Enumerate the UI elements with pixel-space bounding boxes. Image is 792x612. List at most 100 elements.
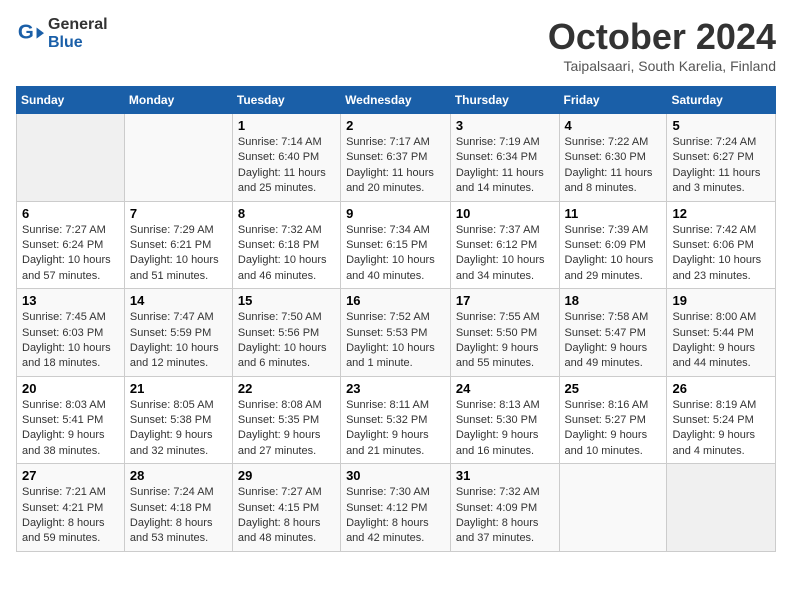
day-info: Sunrise: 8:08 AM Sunset: 5:35 PM Dayligh… (238, 398, 335, 460)
day-number: 3 (456, 118, 554, 133)
day-info: Sunrise: 7:47 AM Sunset: 5:59 PM Dayligh… (130, 310, 227, 372)
day-number: 18 (565, 293, 662, 308)
calendar-cell: 8 Sunrise: 7:32 AM Sunset: 6:18 PM Daylig… (232, 201, 340, 289)
day-number: 15 (238, 293, 335, 308)
calendar-cell: 20Sunrise: 8:03 AM Sunset: 5:41 PM Dayli… (17, 376, 125, 464)
day-info: Sunrise: 8:00 AM Sunset: 5:44 PM Dayligh… (672, 310, 770, 372)
location: Taipalsaari, South Karelia, Finland (548, 58, 776, 74)
calendar-cell (667, 464, 776, 552)
calendar-cell: 6 Sunrise: 7:27 AM Sunset: 6:24 PM Daylig… (17, 201, 125, 289)
calendar-cell: 25 Sunrise: 8:16 AM Sunset: 5:27 PM Dayli… (559, 376, 667, 464)
day-number: 31 (456, 468, 554, 483)
day-number: 29 (238, 468, 335, 483)
day-info: Sunrise: 7:50 AM Sunset: 5:56 PM Dayligh… (238, 310, 335, 372)
day-info: Sunrise: 8:11 AM Sunset: 5:32 PM Dayligh… (346, 398, 445, 460)
logo-icon: G (16, 20, 44, 48)
calendar-cell: 15 Sunrise: 7:50 AM Sunset: 5:56 PM Dayli… (232, 289, 340, 377)
header-monday: Monday (124, 87, 232, 114)
calendar-cell: 19 Sunrise: 8:00 AM Sunset: 5:44 PM Dayli… (667, 289, 776, 377)
header-friday: Friday (559, 87, 667, 114)
calendar-cell: 31 Sunrise: 7:32 AM Sunset: 4:09 PM Dayli… (450, 464, 559, 552)
header-thursday: Thursday (450, 87, 559, 114)
calendar-cell: 7 Sunrise: 7:29 AM Sunset: 6:21 PM Daylig… (124, 201, 232, 289)
calendar-cell: 5Sunrise: 7:24 AM Sunset: 6:27 PM Daylig… (667, 114, 776, 202)
svg-text:G: G (18, 21, 34, 44)
day-number: 17 (456, 293, 554, 308)
header-sunday: Sunday (17, 87, 125, 114)
day-info: Sunrise: 7:37 AM Sunset: 6:12 PM Dayligh… (456, 223, 554, 285)
calendar-week-1: 6 Sunrise: 7:27 AM Sunset: 6:24 PM Daylig… (17, 201, 776, 289)
calendar-cell: 18 Sunrise: 7:58 AM Sunset: 5:47 PM Dayli… (559, 289, 667, 377)
calendar-table: SundayMondayTuesdayWednesdayThursdayFrid… (16, 86, 776, 552)
calendar-cell: 14 Sunrise: 7:47 AM Sunset: 5:59 PM Dayli… (124, 289, 232, 377)
calendar-cell: 2 Sunrise: 7:17 AM Sunset: 6:37 PM Daylig… (341, 114, 451, 202)
logo: G General Blue (16, 16, 108, 52)
calendar-cell: 3 Sunrise: 7:19 AM Sunset: 6:34 PM Daylig… (450, 114, 559, 202)
day-info: Sunrise: 7:17 AM Sunset: 6:37 PM Dayligh… (346, 135, 445, 197)
day-info: Sunrise: 7:32 AM Sunset: 6:18 PM Dayligh… (238, 223, 335, 285)
calendar-cell: 21Sunrise: 8:05 AM Sunset: 5:38 PM Dayli… (124, 376, 232, 464)
day-info: Sunrise: 7:21 AM Sunset: 4:21 PM Dayligh… (22, 485, 119, 547)
day-info: Sunrise: 7:24 AM Sunset: 4:18 PM Dayligh… (130, 485, 227, 547)
header-wednesday: Wednesday (341, 87, 451, 114)
day-number: 2 (346, 118, 445, 133)
day-number: 20 (22, 381, 119, 396)
calendar-cell (559, 464, 667, 552)
calendar-cell: 28 Sunrise: 7:24 AM Sunset: 4:18 PM Dayli… (124, 464, 232, 552)
calendar-cell: 4Sunrise: 7:22 AM Sunset: 6:30 PM Daylig… (559, 114, 667, 202)
calendar-cell: 13Sunrise: 7:45 AM Sunset: 6:03 PM Dayli… (17, 289, 125, 377)
day-number: 5 (672, 118, 770, 133)
day-number: 6 (22, 206, 119, 221)
logo-blue: Blue (48, 34, 83, 51)
calendar-cell: 24Sunrise: 8:13 AM Sunset: 5:30 PM Dayli… (450, 376, 559, 464)
calendar-cell: 10 Sunrise: 7:37 AM Sunset: 6:12 PM Dayli… (450, 201, 559, 289)
header-saturday: Saturday (667, 87, 776, 114)
day-info: Sunrise: 7:32 AM Sunset: 4:09 PM Dayligh… (456, 485, 554, 547)
day-info: Sunrise: 7:55 AM Sunset: 5:50 PM Dayligh… (456, 310, 554, 372)
day-number: 26 (672, 381, 770, 396)
calendar-cell (17, 114, 125, 202)
day-info: Sunrise: 7:27 AM Sunset: 4:15 PM Dayligh… (238, 485, 335, 547)
calendar-week-3: 20Sunrise: 8:03 AM Sunset: 5:41 PM Dayli… (17, 376, 776, 464)
day-number: 10 (456, 206, 554, 221)
day-number: 19 (672, 293, 770, 308)
day-number: 12 (672, 206, 770, 221)
day-info: Sunrise: 8:19 AM Sunset: 5:24 PM Dayligh… (672, 398, 770, 460)
day-number: 23 (346, 381, 445, 396)
calendar-cell: 16 Sunrise: 7:52 AM Sunset: 5:53 PM Dayli… (341, 289, 451, 377)
day-number: 28 (130, 468, 227, 483)
day-info: Sunrise: 7:58 AM Sunset: 5:47 PM Dayligh… (565, 310, 662, 372)
day-info: Sunrise: 7:34 AM Sunset: 6:15 PM Dayligh… (346, 223, 445, 285)
day-number: 8 (238, 206, 335, 221)
calendar-cell: 27 Sunrise: 7:21 AM Sunset: 4:21 PM Dayli… (17, 464, 125, 552)
day-info: Sunrise: 8:16 AM Sunset: 5:27 PM Dayligh… (565, 398, 662, 460)
header-tuesday: Tuesday (232, 87, 340, 114)
calendar-cell: 29 Sunrise: 7:27 AM Sunset: 4:15 PM Dayli… (232, 464, 340, 552)
day-number: 30 (346, 468, 445, 483)
day-info: Sunrise: 7:39 AM Sunset: 6:09 PM Dayligh… (565, 223, 662, 285)
calendar-cell (124, 114, 232, 202)
day-number: 25 (565, 381, 662, 396)
day-info: Sunrise: 7:29 AM Sunset: 6:21 PM Dayligh… (130, 223, 227, 285)
day-number: 7 (130, 206, 227, 221)
day-info: Sunrise: 7:19 AM Sunset: 6:34 PM Dayligh… (456, 135, 554, 197)
day-number: 13 (22, 293, 119, 308)
calendar-cell: 26 Sunrise: 8:19 AM Sunset: 5:24 PM Dayli… (667, 376, 776, 464)
day-number: 11 (565, 206, 662, 221)
calendar-header-row: SundayMondayTuesdayWednesdayThursdayFrid… (17, 87, 776, 114)
calendar-cell: 17 Sunrise: 7:55 AM Sunset: 5:50 PM Dayli… (450, 289, 559, 377)
calendar-cell: 12Sunrise: 7:42 AM Sunset: 6:06 PM Dayli… (667, 201, 776, 289)
month-title: October 2024 (548, 16, 776, 58)
day-number: 22 (238, 381, 335, 396)
calendar-cell: 9Sunrise: 7:34 AM Sunset: 6:15 PM Daylig… (341, 201, 451, 289)
logo-general: General (48, 16, 108, 33)
calendar-cell: 22 Sunrise: 8:08 AM Sunset: 5:35 PM Dayli… (232, 376, 340, 464)
day-info: Sunrise: 7:27 AM Sunset: 6:24 PM Dayligh… (22, 223, 119, 285)
day-number: 16 (346, 293, 445, 308)
page-header: G General Blue October 2024 Taipalsaari,… (16, 16, 776, 74)
day-info: Sunrise: 7:14 AM Sunset: 6:40 PM Dayligh… (238, 135, 335, 197)
day-info: Sunrise: 7:52 AM Sunset: 5:53 PM Dayligh… (346, 310, 445, 372)
calendar-week-2: 13Sunrise: 7:45 AM Sunset: 6:03 PM Dayli… (17, 289, 776, 377)
day-number: 27 (22, 468, 119, 483)
day-number: 14 (130, 293, 227, 308)
